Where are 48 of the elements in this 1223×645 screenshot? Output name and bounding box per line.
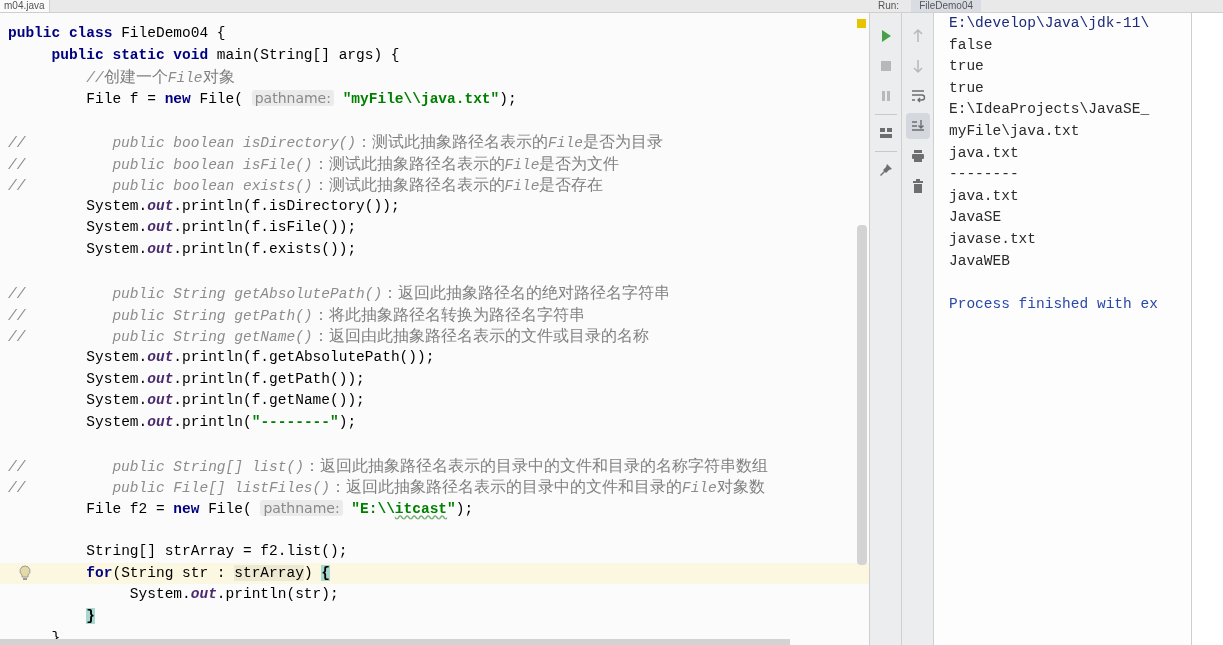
process-status-line: Process finished with ex [949,295,1158,312]
run-label: Run: [878,0,900,12]
layout-icon[interactable] [877,125,894,141]
console-line: JavaSE [949,209,1002,226]
code-line: File f = new File( pathname: "myFile\\java.txt"); [85,88,517,109]
code-line: // public String getAbsolutePath()：返回此抽象路径名的绝对路径名字符串 [8,282,671,305]
horizontal-scrollbar[interactable] [0,639,790,645]
scroll-to-end-icon[interactable] [909,118,926,134]
code-line: // public boolean isFile()：测试此抽象路径名表示的File是否为文件 [8,152,620,175]
code-line: System.out.println(f.exists()); [85,239,357,259]
code-line: // public String getName()：返回由此抽象路径名表示的文件或目录的名称 [8,325,649,348]
console-line: java.txt [949,187,1019,204]
lightbulb-icon[interactable] [19,564,31,581]
code-line: System.out.println(str); [128,585,339,605]
console-line: javase.txt [949,230,1036,247]
console-line: true [949,58,984,75]
error-stripe-marker [857,19,866,28]
console-line: -------- [949,166,1019,183]
code-line: System.out.println(f.isDirectory()); [85,196,400,216]
code-line: String[] strArray = f2.list(); [85,542,348,562]
code-line: System.out.println(f.getName()); [85,391,365,411]
code-line: // public boolean isDirectory()：测试此抽象路径名表示的File是否为目录 [8,130,663,153]
code-line: System.out.println(f.isFile()); [85,218,357,238]
console-line: false [949,36,993,53]
console-line: E:\IdeaProjects\JavaSE_ [949,101,1150,118]
console-line: E:\develop\Java\jdk-11\ [949,15,1150,31]
vertical-scrollbar[interactable] [857,225,867,565]
console-line: JavaWEB [949,252,1010,269]
console-line: true [949,79,984,96]
code-line: // public File[] listFiles()：返回此抽象路径名表示的目录中的文件和目录的File对象数 [8,476,765,499]
wrap-icon[interactable] [909,88,926,104]
printer-icon[interactable] [909,148,926,164]
code-line: for(String str : strArray) { [85,563,330,583]
code-line: File f2 = new File( pathname: "E:\\itcast"); [85,499,474,520]
code-line: // public String[] list()：返回此抽象路径名表示的目录中的文件和目录的名称字符串数组 [8,454,768,477]
code-line: //创建一个File对象 [85,66,235,89]
editor-tab[interactable]: m04.java [0,0,50,12]
code-line: public static void main(String[] args) { [50,45,400,65]
console-line: java.txt [949,144,1019,161]
code-line: // public String getPath()：将此抽象路径名转换为路径名字符串 [8,303,585,326]
run-tab[interactable]: FileDemo04 [911,0,982,12]
code-line: public class FileDemo04 { [8,24,226,43]
code-line: System.out.println(f.getPath()); [85,369,365,389]
console-line: myFile\java.txt [949,122,1080,139]
code-line: System.out.println("--------"); [85,412,357,432]
code-line: System.out.println(f.getAbsolutePath()); [85,347,435,367]
code-line: // public boolean exists()：测试此抽象路径名表示的File是否存在 [8,174,604,197]
code-editor[interactable] [0,13,870,645]
